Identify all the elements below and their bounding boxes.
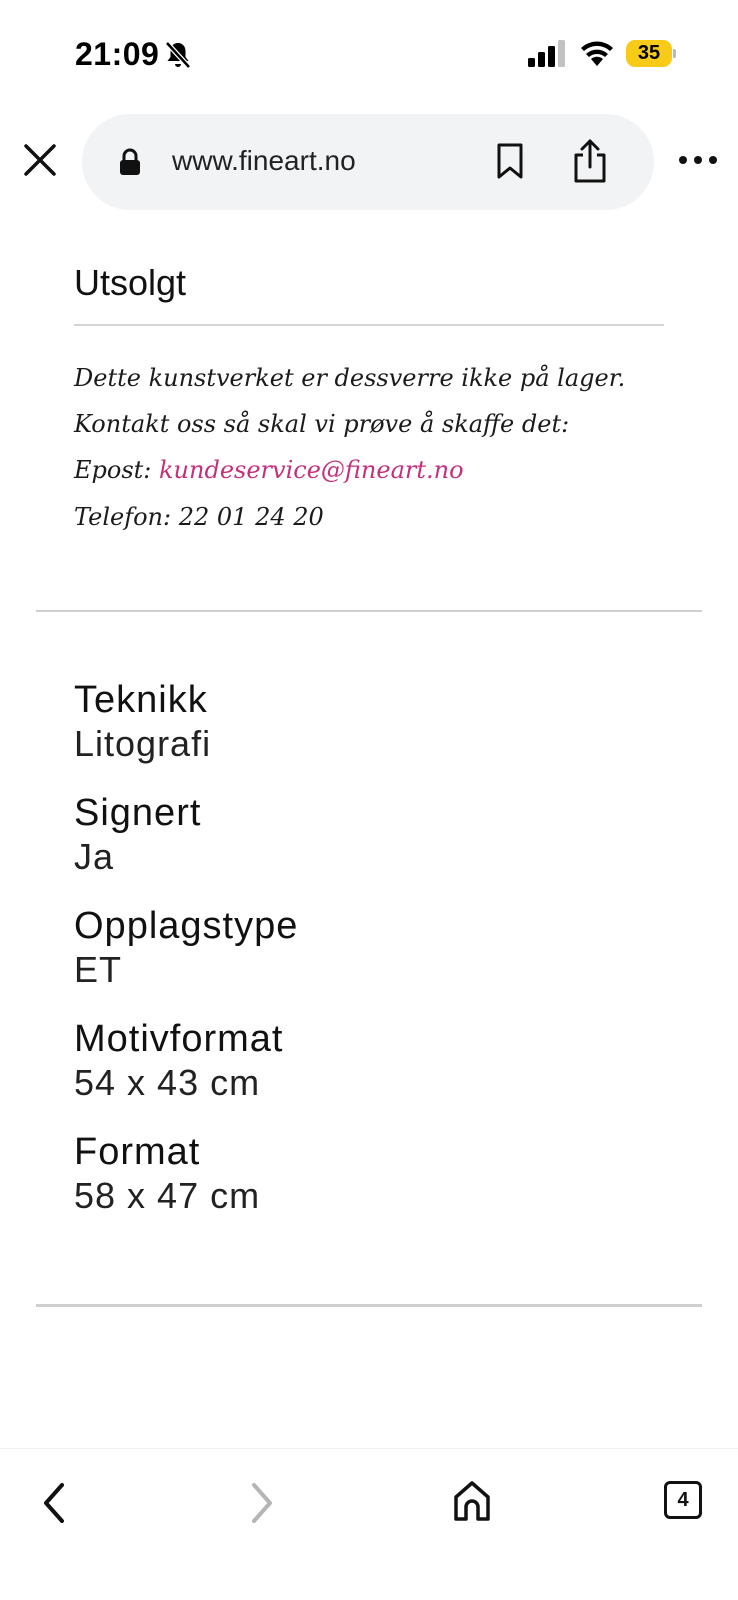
status-bar: 21:09 35: [0, 0, 738, 110]
spec-opplagstype: Opplagstype ET: [74, 906, 298, 990]
close-icon[interactable]: [22, 142, 58, 178]
spec-label: Format: [74, 1131, 201, 1173]
battery-cap: [673, 49, 676, 58]
spec-label: Teknikk: [74, 679, 208, 721]
bell-slash-icon: [165, 41, 191, 69]
home-icon[interactable]: [452, 1479, 492, 1523]
title-divider: [74, 324, 664, 326]
url-text[interactable]: www.fineart.no: [172, 145, 356, 177]
spec-format: Format 58 x 47 cm: [74, 1132, 260, 1216]
share-icon[interactable]: [572, 138, 608, 184]
back-icon[interactable]: [38, 1479, 70, 1527]
cellular-signal-icon: [528, 40, 565, 67]
wifi-icon: [581, 41, 613, 66]
tab-count: 4: [664, 1481, 702, 1519]
spec-value: 54 x 43 cm: [74, 1062, 261, 1103]
battery-level: 35: [626, 40, 672, 67]
spec-value: ET: [74, 949, 123, 990]
spec-value: Litografi: [74, 723, 212, 764]
status-time: 21:09: [75, 36, 160, 72]
contact-prompt: Kontakt oss så skal vi prøve å skaffe de…: [74, 410, 570, 438]
section-divider: [36, 1304, 702, 1307]
lock-icon: [120, 148, 140, 175]
soldout-title: Utsolgt: [74, 262, 187, 303]
forward-icon[interactable]: [246, 1479, 278, 1527]
email-link[interactable]: kundeservice@fineart.no: [159, 456, 464, 484]
spec-label: Signert: [74, 792, 202, 834]
email-row: Epost: kundeservice@fineart.no: [74, 456, 464, 484]
spec-signert: Signert Ja: [74, 793, 201, 877]
spec-label: Opplagstype: [74, 905, 299, 947]
section-divider: [36, 610, 702, 612]
tabs-icon[interactable]: 4: [664, 1481, 706, 1523]
spec-value: Ja: [74, 836, 115, 877]
email-label: Epost:: [74, 456, 160, 484]
soldout-message: Dette kunstverket er dessverre ikke på l…: [74, 364, 626, 392]
bottom-toolbar: 4: [0, 1448, 738, 1600]
address-bar[interactable]: www.fineart.no: [82, 114, 654, 210]
spec-teknikk: Teknikk Litografi: [74, 680, 211, 764]
spec-value: 58 x 47 cm: [74, 1175, 261, 1216]
page: 21:09 35 www.fineart.no Utsolgt Dette ku…: [0, 0, 738, 1600]
spec-motivformat: Motivformat 54 x 43 cm: [74, 1019, 283, 1103]
battery-icon: 35: [626, 40, 676, 67]
spec-label: Motivformat: [74, 1018, 284, 1060]
bookmark-icon[interactable]: [496, 142, 524, 180]
phone-row: Telefon: 22 01 24 20: [74, 503, 324, 531]
more-icon[interactable]: [678, 150, 718, 170]
